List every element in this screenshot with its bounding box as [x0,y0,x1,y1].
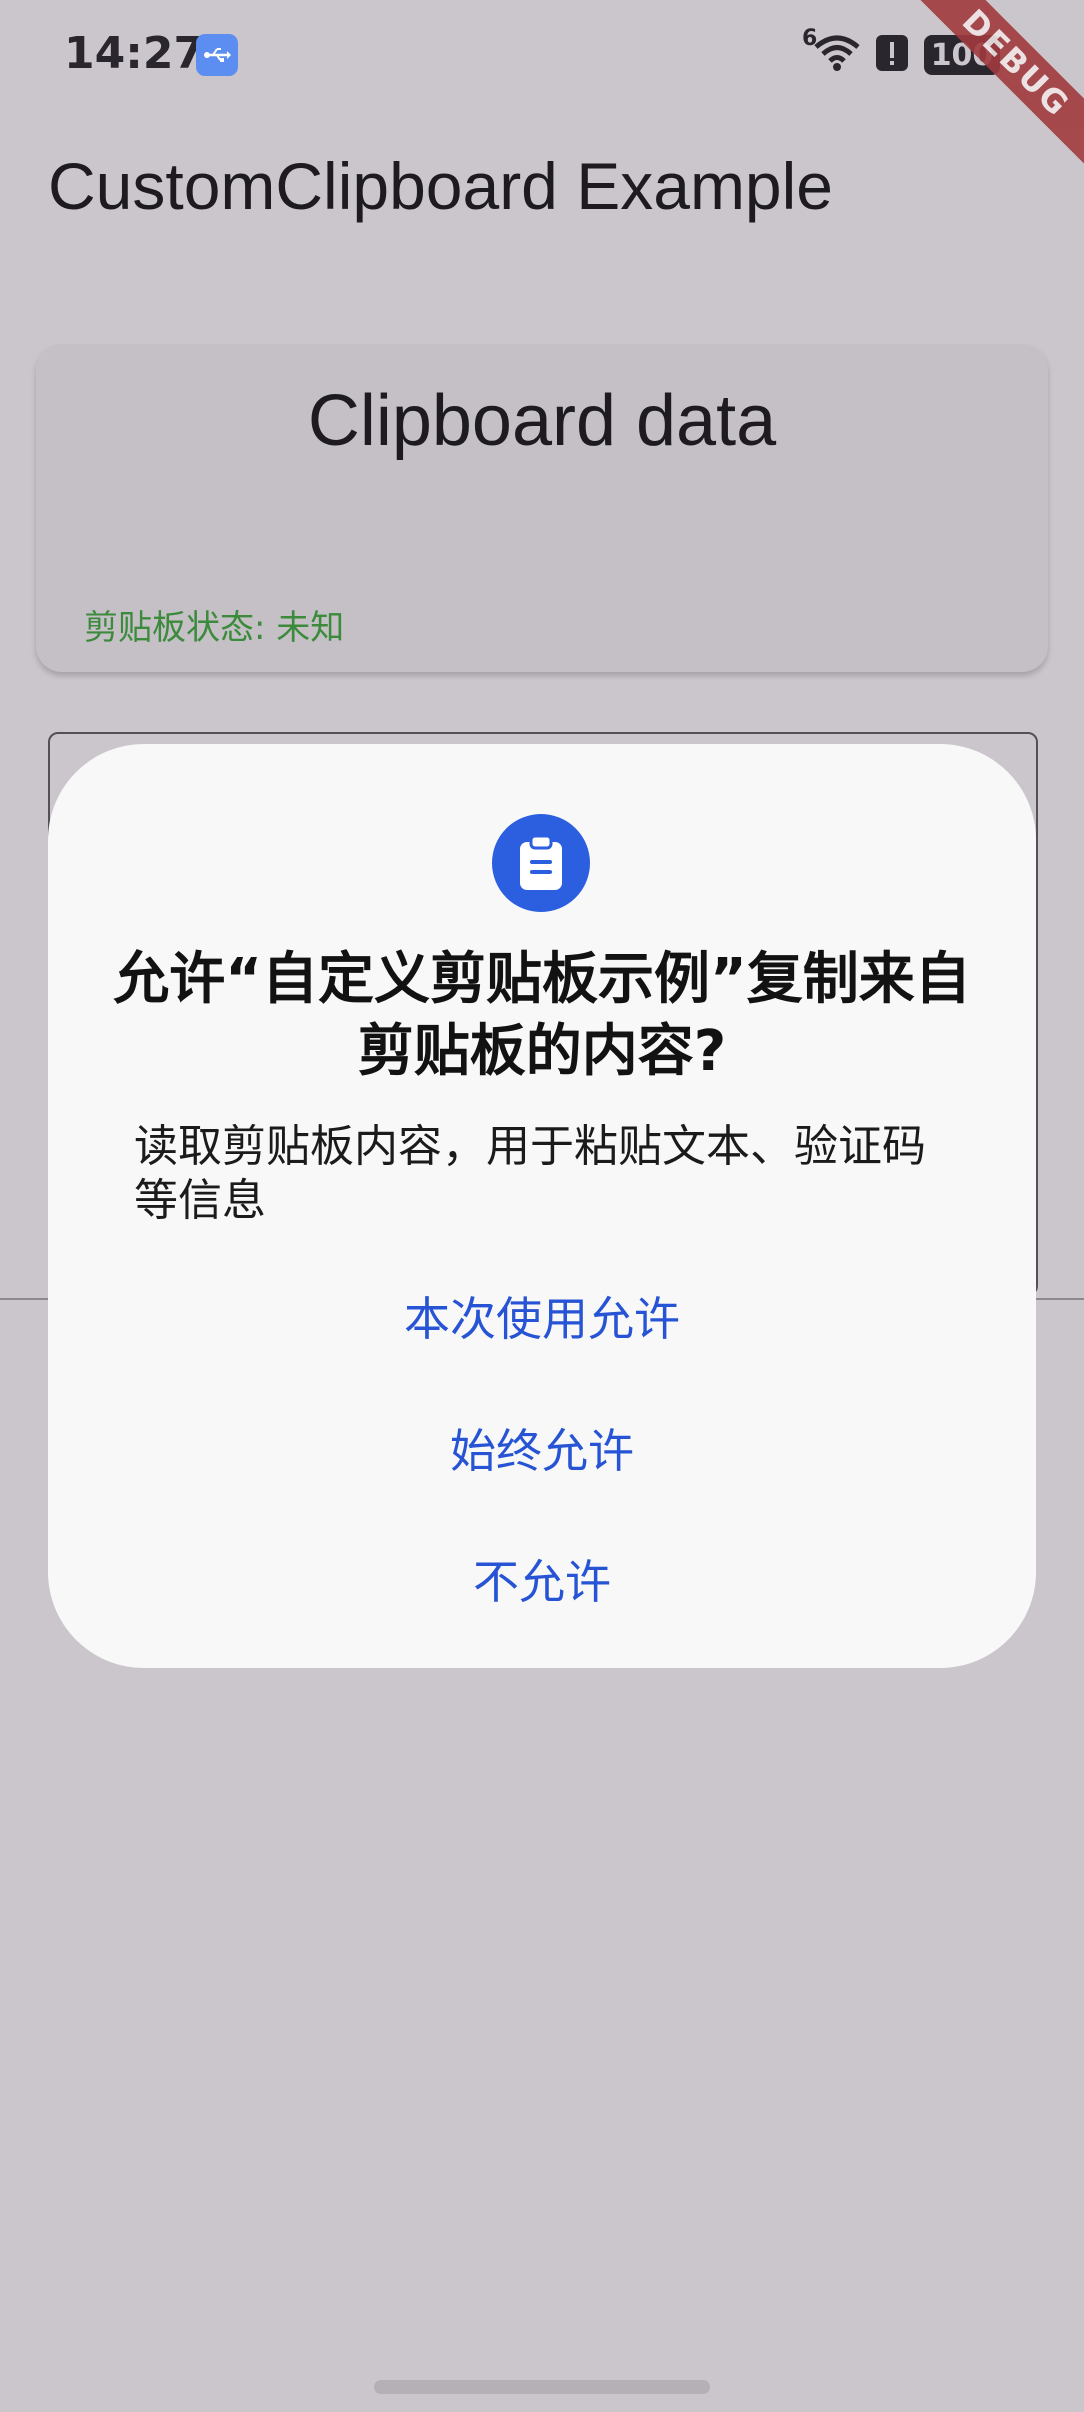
allow-once-button[interactable]: 本次使用允许 [48,1274,1036,1364]
app-bar-title: CustomClipboard Example [48,149,834,223]
clipboard-status-text: 剪贴板状态: 未知 [84,608,345,648]
dialog-description: 读取剪贴板内容，用于粘贴文本、验证码等信息 [134,1121,926,1226]
home-indicator[interactable] [374,2380,710,2394]
wifi-icon [814,35,860,75]
debug-banner-label: DEBUG [907,0,1084,172]
clipboard-card-title: Clipboard data [307,381,777,461]
always-allow-button[interactable]: 始终允许 [48,1406,1036,1496]
debug-banner: DEBUG [904,0,1084,180]
clipboard-card: Clipboard data 剪贴板状态: 未知 [36,344,1048,672]
usb-icon [196,34,238,76]
status-time: 14:27 [64,28,205,79]
deny-button[interactable]: 不允许 [48,1537,1036,1627]
clipboard-icon [492,814,590,912]
clipboard-permission-dialog: 允许“自定义剪贴板示例”复制来自剪贴板的内容? 读取剪贴板内容，用于粘贴文本、验… [48,744,1036,1668]
dialog-title: 允许“自定义剪贴板示例”复制来自剪贴板的内容? [113,947,971,1084]
